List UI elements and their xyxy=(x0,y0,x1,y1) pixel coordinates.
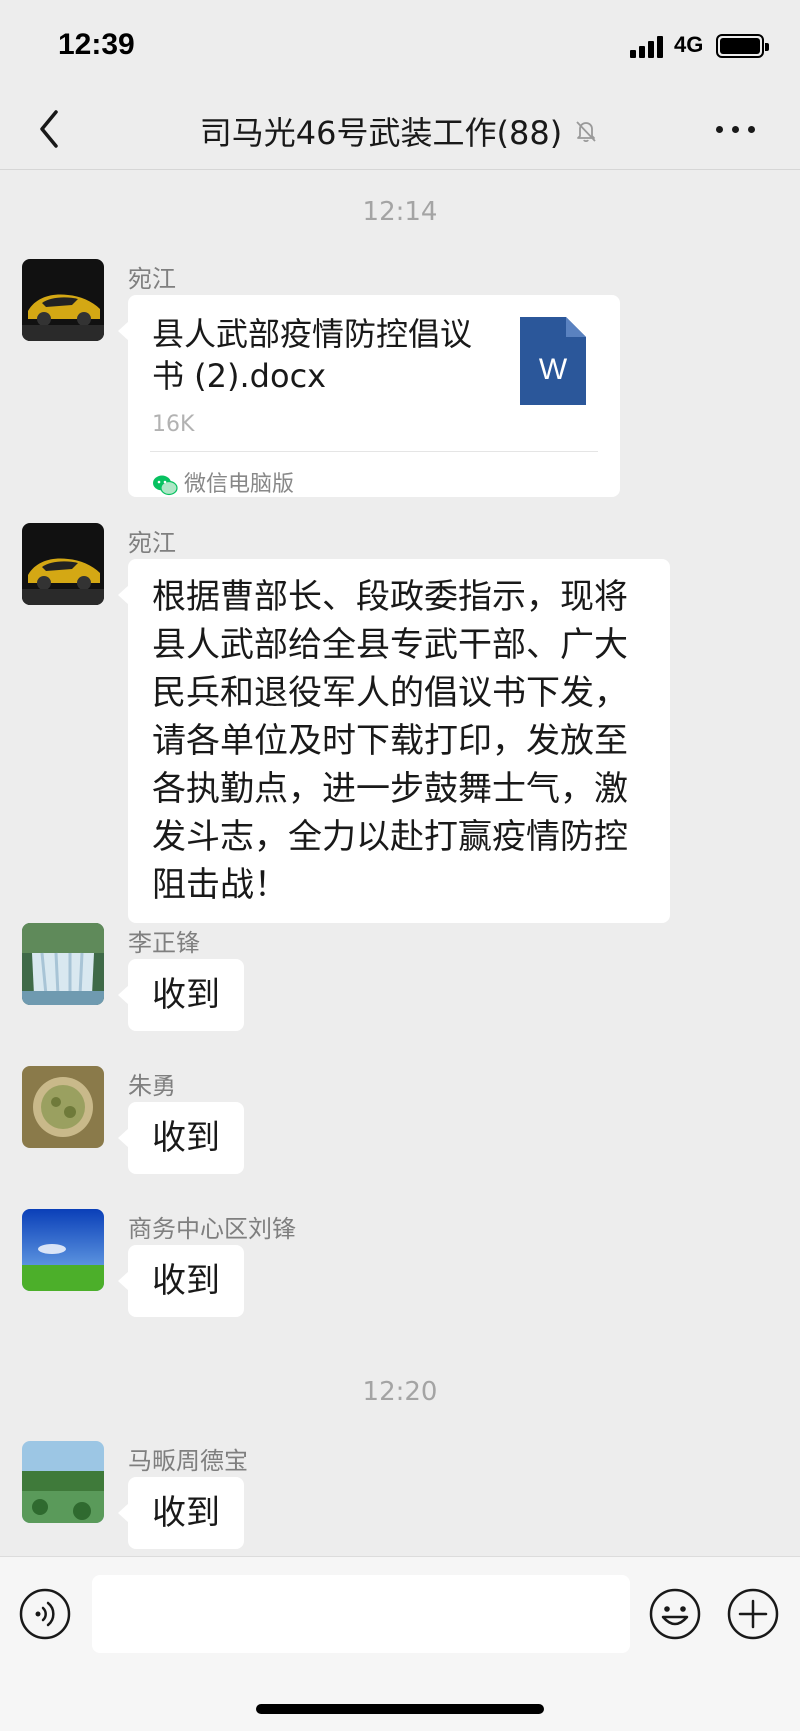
message-bubble[interactable]: 收到 xyxy=(118,1102,244,1174)
time-divider: 12:20 xyxy=(362,1377,438,1407)
plus-icon xyxy=(727,1588,779,1640)
avatar[interactable] xyxy=(22,523,104,605)
svg-text:W: W xyxy=(539,353,568,386)
sender-name: 宛江 xyxy=(128,265,176,293)
sender-name: 马畈周德宝 xyxy=(128,1447,248,1475)
status-time: 12:39 xyxy=(58,28,135,61)
sender-name: 李正锋 xyxy=(128,929,200,957)
wechat-icon xyxy=(153,475,178,496)
chat-title: 司马光46号武装工作(88) xyxy=(0,108,800,154)
voice-input-button[interactable] xyxy=(18,1587,72,1641)
message-bubble[interactable]: 收到 xyxy=(118,1477,244,1549)
status-bar: 12:39 4G xyxy=(0,0,800,90)
network-type: 4G xyxy=(674,32,704,57)
avatar[interactable] xyxy=(22,923,104,1005)
avatar[interactable] xyxy=(22,1441,104,1523)
chat-area[interactable]: 12:14 宛江 县人武部疫情防控倡议书 (2).docx 16K W 微信电脑… xyxy=(0,171,800,1556)
avatar[interactable] xyxy=(22,1209,104,1291)
file-source-label: 微信电脑版 xyxy=(184,472,295,497)
message-bubble[interactable]: 收到 xyxy=(118,1245,244,1317)
avatar[interactable] xyxy=(22,259,104,341)
file-source: 微信电脑版 xyxy=(152,461,294,509)
file-name: 县人武部疫情防控倡议书 (2).docx xyxy=(152,315,473,395)
chat-title-text: 司马光46号武装工作(88) xyxy=(199,114,563,152)
message-bubble[interactable]: 根据曹部长、段政委指示，现将县人武部给全县专武干部、广大民兵和退役军人的倡议书下… xyxy=(118,559,670,923)
file-size: 16K xyxy=(152,412,195,437)
sender-name: 宛江 xyxy=(128,529,176,557)
signal-icon xyxy=(630,34,670,58)
file-message-card[interactable]: 县人武部疫情防控倡议书 (2).docx 16K W 微信电脑版 xyxy=(118,295,620,497)
nav-bar: 司马光46号武装工作(88) xyxy=(0,90,800,170)
sender-name: 商务中心区刘锋 xyxy=(128,1215,296,1243)
divider xyxy=(150,451,598,452)
emoji-button[interactable] xyxy=(648,1587,702,1641)
avatar[interactable] xyxy=(22,1066,104,1148)
sender-name: 朱勇 xyxy=(128,1072,176,1100)
time-divider: 12:14 xyxy=(362,197,438,227)
voice-icon xyxy=(19,1588,71,1640)
message-input[interactable] xyxy=(92,1575,630,1653)
more-functions-button[interactable] xyxy=(726,1587,780,1641)
emoji-icon xyxy=(649,1588,701,1640)
more-options-button[interactable] xyxy=(710,112,760,148)
battery-icon xyxy=(716,34,769,58)
message-bubble[interactable]: 收到 xyxy=(118,959,244,1031)
word-file-icon: W xyxy=(520,317,586,405)
home-indicator[interactable] xyxy=(256,1704,544,1714)
mute-bell-icon xyxy=(576,121,596,143)
